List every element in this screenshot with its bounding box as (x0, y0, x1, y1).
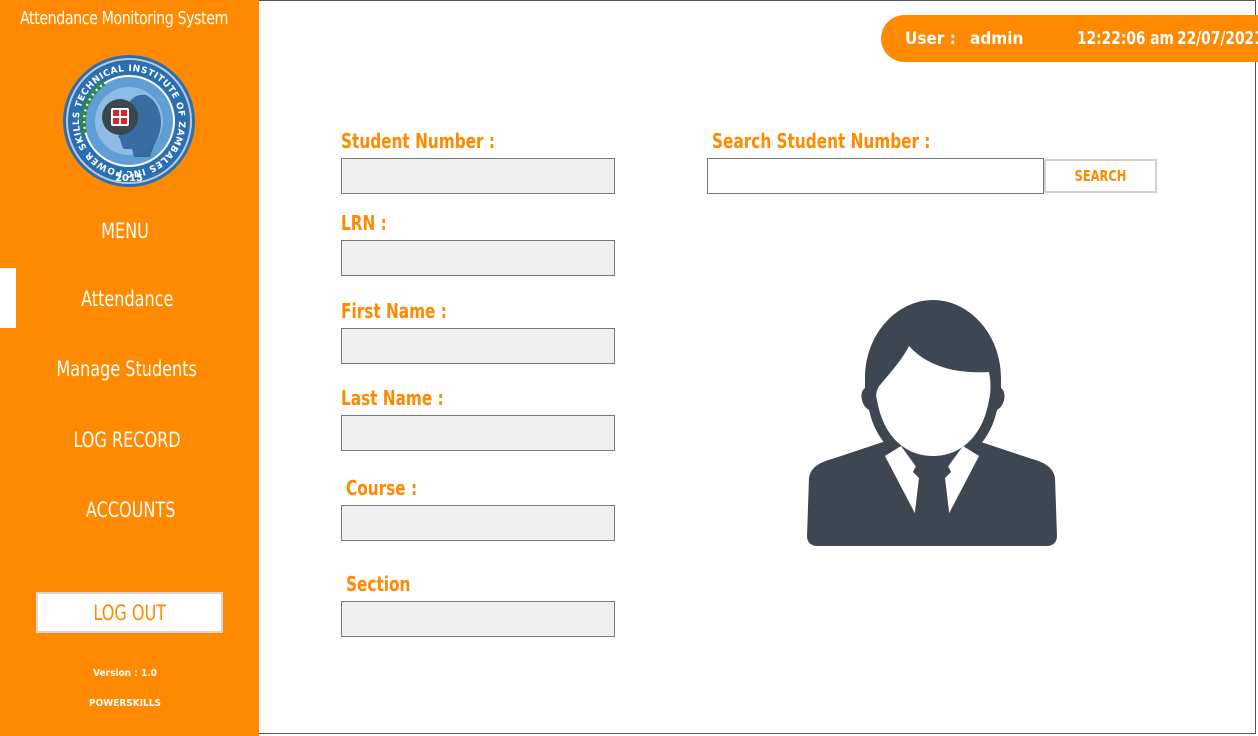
search-student-number-label: Search Student Number : (712, 129, 931, 153)
first-name-field[interactable] (341, 328, 615, 364)
logo-year: 2015 (115, 173, 143, 184)
search-input[interactable] (707, 158, 1044, 194)
logout-button[interactable]: LOG OUT (36, 592, 223, 633)
logout-label: LOG OUT (93, 600, 166, 625)
course-field[interactable] (341, 505, 615, 541)
student-avatar-icon (807, 300, 1057, 546)
app-title: Attendance Monitoring System (20, 8, 228, 29)
username: admin (970, 29, 1024, 49)
section-field[interactable] (341, 601, 615, 637)
sidebar: Attendance Monitoring System POWER SKILL… (0, 0, 259, 736)
sidebar-item-label: Manage Students (56, 357, 198, 381)
sidebar-item-label: ACCOUNTS (86, 498, 176, 522)
current-date: 22/07/2021 (1177, 28, 1258, 49)
sidebar-item-manage-students[interactable]: Manage Students (0, 357, 254, 381)
lrn-field[interactable] (341, 240, 615, 276)
current-time: 12:22:06 am (1077, 28, 1174, 49)
search-button-label: SEARCH (1074, 167, 1127, 185)
version-label: Version : 1.0 (93, 668, 157, 679)
course-label: Course : (346, 476, 418, 500)
sidebar-item-attendance[interactable]: Attendance (0, 287, 254, 311)
user-status-bar: User : admin 12:22:06 am 22/07/2021 (881, 15, 1258, 62)
last-name-field[interactable] (341, 415, 615, 451)
last-name-label: Last Name : (341, 386, 444, 410)
search-button[interactable]: SEARCH (1044, 159, 1157, 193)
sidebar-item-log-record[interactable]: LOG RECORD (0, 428, 254, 452)
section-label: Section (346, 572, 411, 596)
institute-logo: POWER SKILLS TECHNICAL INSTITUTE OF ZAMB… (58, 53, 198, 187)
student-number-label: Student Number : (341, 129, 496, 153)
menu-heading: MENU (101, 219, 149, 243)
sidebar-item-label: LOG RECORD (73, 428, 181, 452)
sidebar-item-accounts[interactable]: ACCOUNTS (4, 498, 258, 522)
sidebar-item-label: Attendance (80, 287, 174, 311)
lrn-label: LRN : (341, 211, 387, 235)
brand-label: POWERSKILLS (89, 698, 161, 709)
user-label: User : (905, 29, 956, 49)
student-number-field[interactable] (341, 158, 615, 194)
first-name-label: First Name : (341, 299, 447, 323)
